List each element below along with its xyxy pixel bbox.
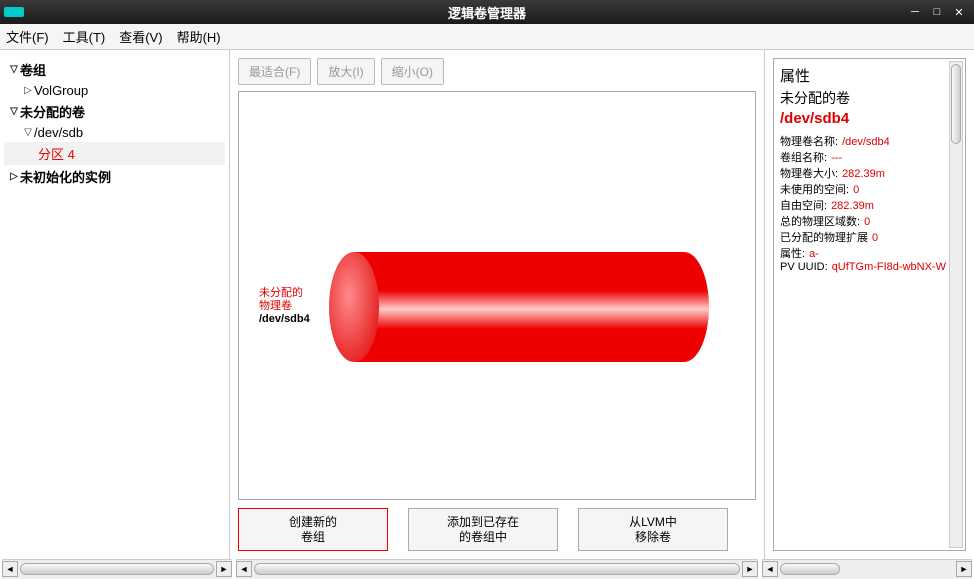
maximize-button[interactable]: □	[928, 5, 946, 19]
bestfit-button[interactable]: 最适合(F)	[238, 58, 311, 85]
tree-unallocated[interactable]: ▽未分配的卷	[4, 100, 225, 123]
add-to-vg-button[interactable]: 添加到已存在的卷组中	[408, 508, 558, 551]
tree-dev-sdb[interactable]: ▽/dev/sdb	[4, 123, 225, 142]
tree-volgroup[interactable]: ▷VolGroup	[4, 81, 225, 100]
properties-title: 属性	[780, 65, 959, 86]
close-button[interactable]: ✕	[950, 5, 968, 19]
tree-volume-groups[interactable]: ▽卷组	[4, 58, 225, 81]
minimize-button[interactable]: ─	[906, 5, 924, 19]
menu-tools[interactable]: 工具(T)	[63, 27, 106, 46]
menubar: 文件(F) 工具(T) 查看(V) 帮助(H)	[0, 24, 974, 50]
properties-subtitle: 未分配的卷	[780, 88, 959, 108]
center-hscroll[interactable]: ◄ ►	[236, 559, 758, 579]
property-row: 未使用的空间:0	[780, 181, 959, 197]
scroll-right-icon[interactable]: ►	[956, 561, 972, 577]
tree-uninitialized[interactable]: ▷未初始化的实例	[4, 165, 225, 188]
sidebar-hscroll[interactable]: ◄ ►	[2, 559, 232, 579]
property-row: 卷组名称:---	[780, 149, 959, 165]
menu-file[interactable]: 文件(F)	[6, 27, 49, 46]
property-row: 物理卷大小:282.39m	[780, 165, 959, 181]
volume-cylinder-icon	[329, 252, 709, 362]
property-row: 物理卷名称:/dev/sdb4	[780, 133, 959, 149]
property-row: 已分配的物理扩展0	[780, 229, 959, 245]
scroll-right-icon[interactable]: ►	[742, 561, 758, 577]
titlebar: 逻辑卷管理器 ─ □ ✕	[0, 0, 974, 24]
property-row: 总的物理区域数:0	[780, 213, 959, 229]
scroll-left-icon[interactable]: ◄	[2, 561, 18, 577]
scroll-right-icon[interactable]: ►	[216, 561, 232, 577]
triangle-down-icon: ▽	[8, 106, 20, 117]
property-row: 属性:a-	[780, 245, 959, 261]
window-handle-icon	[4, 7, 24, 17]
properties-panel: 属性 未分配的卷 /dev/sdb4 物理卷名称:/dev/sdb4卷组名称:-…	[764, 50, 974, 559]
property-row: 自由空间:282.39m	[780, 197, 959, 213]
property-row: PV UUID:qUfTGm-FI8d-wbNX-W	[780, 261, 959, 273]
window-title: 逻辑卷管理器	[448, 3, 526, 22]
triangle-right-icon: ▷	[8, 171, 20, 182]
zoomout-button[interactable]: 缩小(O)	[381, 58, 444, 85]
menu-help[interactable]: 帮助(H)	[177, 27, 221, 46]
triangle-down-icon: ▽	[8, 64, 20, 75]
right-hscroll[interactable]: ◄ ►	[762, 559, 972, 579]
scroll-left-icon[interactable]: ◄	[762, 561, 778, 577]
menu-view[interactable]: 查看(V)	[119, 27, 162, 46]
create-new-vg-button[interactable]: 创建新的卷组	[238, 508, 388, 551]
triangle-down-icon: ▽	[22, 127, 34, 138]
volume-canvas: 未分配的 物理卷 /dev/sdb4	[238, 91, 756, 500]
properties-scrollbar[interactable]	[949, 61, 963, 548]
tree-partition-4[interactable]: 分区 4	[4, 142, 225, 165]
triangle-right-icon: ▷	[22, 85, 34, 96]
remove-from-lvm-button[interactable]: 从LVM中移除卷	[578, 508, 728, 551]
zoomin-button[interactable]: 放大(I)	[317, 58, 374, 85]
sidebar-tree: ▽卷组 ▷VolGroup ▽未分配的卷 ▽/dev/sdb 分区 4 ▷未初始…	[0, 50, 230, 559]
scroll-left-icon[interactable]: ◄	[236, 561, 252, 577]
cylinder-label: 未分配的 物理卷 /dev/sdb4	[259, 287, 310, 327]
properties-device: /dev/sdb4	[780, 110, 959, 127]
